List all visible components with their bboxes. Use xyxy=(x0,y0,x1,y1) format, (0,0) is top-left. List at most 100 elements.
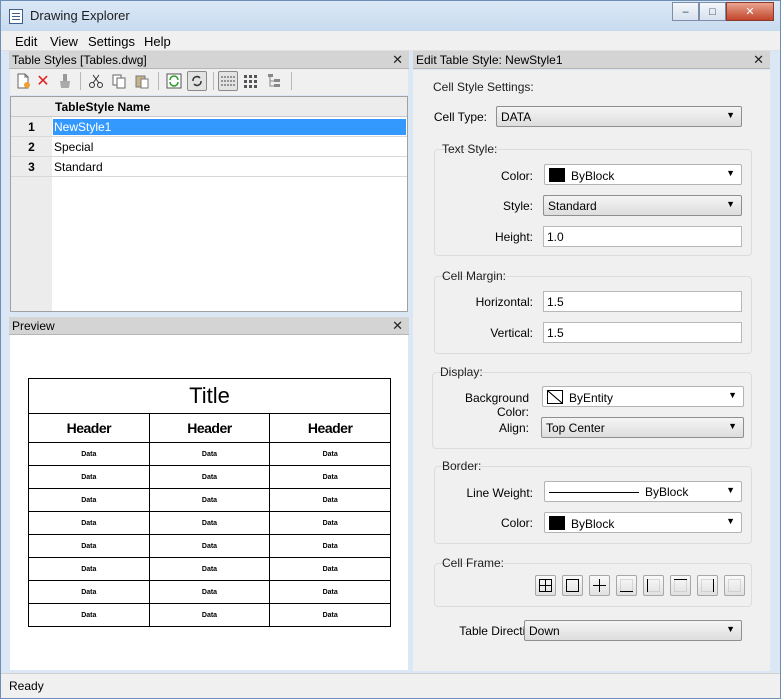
preview-data-cell: Data xyxy=(269,580,391,604)
preview-data-row: Data Data Data xyxy=(28,488,391,512)
minimize-button[interactable]: – xyxy=(672,2,699,21)
line-weight-sample-icon xyxy=(549,492,639,493)
cell-type-select[interactable]: DATA ▼ xyxy=(496,106,742,127)
row-name[interactable]: NewStyle1 xyxy=(53,119,406,135)
cut-icon[interactable] xyxy=(86,71,106,91)
preview-data-row: Data Data Data xyxy=(28,511,391,535)
preview-data-row: Data Data Data xyxy=(28,534,391,558)
preview-data-cell: Data xyxy=(148,465,271,489)
text-style-select[interactable]: Standard ▼ xyxy=(543,195,742,216)
preview-data-cell: Data xyxy=(148,511,271,535)
window-title: Drawing Explorer xyxy=(30,8,130,23)
preview-table: Title Header Header Header Data Data Data D… xyxy=(28,378,391,627)
text-style-label: Text Style: xyxy=(442,142,498,156)
background-color-value: ByEntity xyxy=(569,391,614,405)
table-direction-value: Down xyxy=(529,624,560,638)
horizontal-margin-input[interactable]: 1.5 xyxy=(543,291,742,312)
row-name[interactable]: Standard xyxy=(53,159,105,175)
right-border-icon[interactable] xyxy=(697,575,718,596)
preview-data-cell: Data xyxy=(28,465,150,489)
cell-style-settings-label: Cell Style Settings: xyxy=(433,80,534,94)
refresh-icon[interactable] xyxy=(164,71,184,91)
text-color-select[interactable]: ByBlock ▼ xyxy=(544,164,742,185)
preview-pane-title: Preview xyxy=(12,319,55,333)
app-icon xyxy=(9,9,23,24)
no-border-icon[interactable] xyxy=(724,575,745,596)
grid-header: TableStyle Name xyxy=(11,97,407,117)
status-bar: Ready xyxy=(1,673,780,698)
status-text: Ready xyxy=(9,679,44,693)
preview-data-row: Data Data Data xyxy=(28,557,391,581)
display-label: Display: xyxy=(440,365,483,379)
vertical-margin-input[interactable]: 1.5 xyxy=(543,322,742,343)
preview-data-cell: Data xyxy=(148,488,271,512)
table-styles-close-icon[interactable]: ✕ xyxy=(392,52,403,68)
maximize-button[interactable]: □ xyxy=(699,2,726,21)
icons-view-icon[interactable] xyxy=(241,71,261,91)
menu-help[interactable]: Help xyxy=(144,34,171,49)
preview-data-row: Data Data Data xyxy=(28,442,391,466)
outside-borders-icon[interactable] xyxy=(562,575,583,596)
row-name[interactable]: Special xyxy=(53,139,95,155)
text-color-value: ByBlock xyxy=(571,169,615,183)
all-borders-icon[interactable] xyxy=(535,575,556,596)
text-height-input[interactable]: 1.0 xyxy=(543,226,742,247)
chevron-down-icon: ▼ xyxy=(726,168,735,178)
paste-icon[interactable] xyxy=(132,71,152,91)
table-styles-pane-header: Table Styles [Tables.dwg] ✕ xyxy=(9,51,409,69)
close-button[interactable]: ✕ xyxy=(726,2,774,21)
table-row[interactable]: 3 Standard xyxy=(11,157,407,177)
row-number: 3 xyxy=(28,160,35,174)
color-swatch xyxy=(549,516,565,530)
vertical-margin-label: Vertical: xyxy=(490,326,533,340)
line-weight-select[interactable]: ByBlock ▼ xyxy=(544,481,742,502)
left-border-icon[interactable] xyxy=(643,575,664,596)
table-styles-pane-title: Table Styles [Tables.dwg] xyxy=(12,53,147,67)
app-window: Drawing Explorer – □ ✕ Edit View Setting… xyxy=(0,0,781,699)
top-border-icon[interactable] xyxy=(670,575,691,596)
menu-bar: Edit View Settings Help xyxy=(1,31,780,51)
preview-data-cell: Data xyxy=(28,488,150,512)
delete-icon[interactable]: ✕ xyxy=(33,71,53,91)
copy-icon[interactable] xyxy=(109,71,129,91)
background-color-select[interactable]: ByEntity ▼ xyxy=(542,386,744,407)
preview-close-icon[interactable]: ✕ xyxy=(392,318,403,334)
tree-view-icon[interactable] xyxy=(264,71,284,91)
chevron-down-icon: ▼ xyxy=(728,421,737,431)
cell-type-label: Cell Type: xyxy=(433,110,487,124)
menu-settings[interactable]: Settings xyxy=(88,34,135,49)
column-header-tablestyle-name[interactable]: TableStyle Name xyxy=(55,100,150,114)
inside-borders-icon[interactable] xyxy=(589,575,610,596)
new-icon[interactable] xyxy=(13,71,33,91)
chevron-down-icon: ▼ xyxy=(726,199,735,209)
chevron-down-icon: ▼ xyxy=(728,390,737,400)
preview-data-cell: Data xyxy=(28,580,150,604)
purge-icon[interactable] xyxy=(55,71,75,91)
align-select[interactable]: Top Center ▼ xyxy=(541,417,744,438)
bottom-border-icon[interactable] xyxy=(616,575,637,596)
preview-data-row: Data Data Data xyxy=(28,603,391,627)
details-view-icon[interactable] xyxy=(218,71,238,91)
border-color-value: ByBlock xyxy=(571,517,615,531)
preview-data-cell: Data xyxy=(28,534,150,558)
table-row[interactable]: 2 Special xyxy=(11,137,407,157)
menu-edit[interactable]: Edit xyxy=(15,34,37,49)
chevron-down-icon: ▼ xyxy=(726,485,735,495)
preview-data-cell: Data xyxy=(148,442,271,466)
table-row[interactable]: 1 NewStyle1 xyxy=(11,117,407,137)
preview-data-row: Data Data Data xyxy=(28,465,391,489)
preview-data-cell: Data xyxy=(148,557,271,581)
row-number: 2 xyxy=(28,140,35,154)
border-label: Border: xyxy=(442,459,482,473)
sync-icon[interactable] xyxy=(187,71,207,91)
menu-view[interactable]: View xyxy=(50,34,78,49)
border-color-select[interactable]: ByBlock ▼ xyxy=(544,512,742,533)
table-direction-select[interactable]: Down ▼ xyxy=(524,620,742,641)
preview-data-cell: Data xyxy=(148,534,271,558)
preview-data-cell: Data xyxy=(269,534,391,558)
preview-data-cell: Data xyxy=(269,488,391,512)
edit-pane-close-icon[interactable]: ✕ xyxy=(753,52,764,68)
preview-data-cell: Data xyxy=(269,442,391,466)
background-color-label: Background Color: xyxy=(464,391,529,419)
preview-title-cell: Title xyxy=(28,378,391,414)
